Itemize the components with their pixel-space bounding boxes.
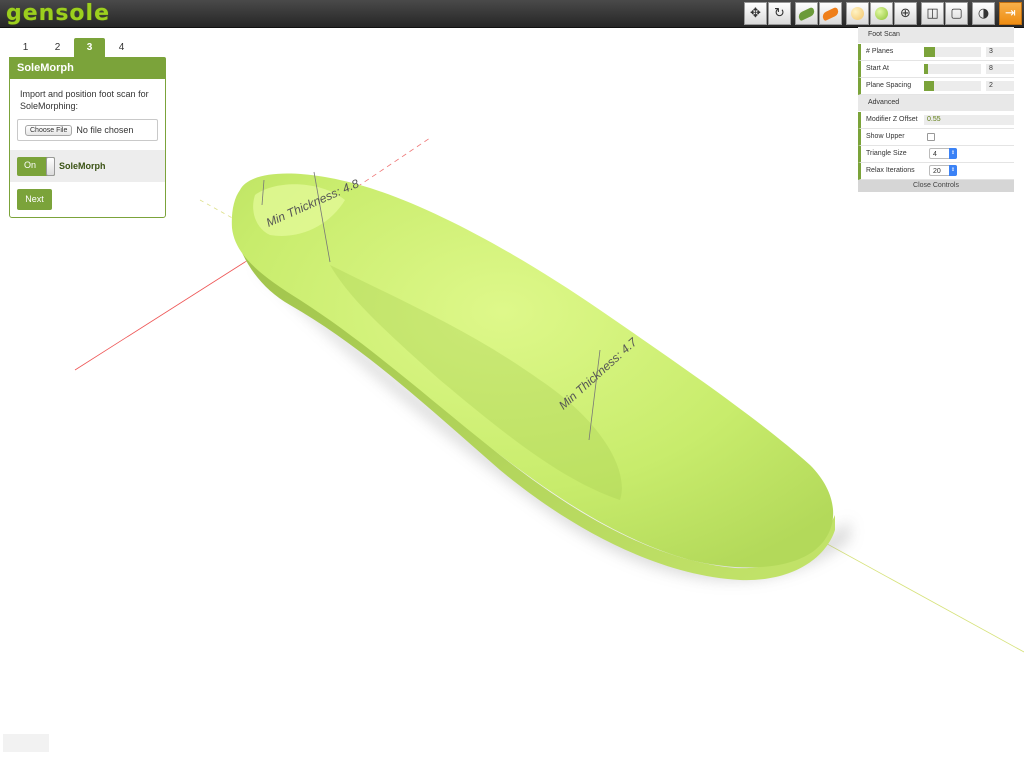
toggle-label: SoleMorph — [59, 161, 106, 171]
solemorph-panel: SoleMorph Import and position foot scan … — [9, 57, 166, 218]
step-tab-1[interactable]: 1 — [10, 38, 41, 57]
relax-row: Relax Iterations 20 ⇕ — [858, 163, 1014, 180]
insole-top — [231, 173, 834, 568]
step-tab-3[interactable]: 3 — [74, 38, 105, 57]
upper-row: Show Upper — [858, 129, 1014, 146]
step-tab-4[interactable]: 4 — [106, 38, 137, 57]
exit-button[interactable]: ⇥ — [999, 2, 1022, 25]
spacing-slider[interactable] — [924, 81, 981, 91]
toolbar: ✥ ↻ ⊕ ◫ ▢ ◑ ⇥ — [743, 2, 1022, 25]
file-input[interactable]: Choose File No file chosen — [17, 119, 158, 141]
close-controls-button[interactable]: Close Controls — [858, 180, 1014, 192]
y-axis-line-front — [819, 539, 1024, 653]
shading-button[interactable]: ◑ — [972, 2, 995, 25]
reset-view-icon: ↻ — [774, 6, 785, 21]
planes-slider-fill — [924, 47, 936, 57]
offset-label: Modifier Z Offset — [866, 116, 918, 123]
gensole-logo[interactable]: gensole — [6, 1, 110, 26]
yellow-material-button[interactable] — [846, 2, 869, 25]
controls-panel: Foot Scan # Planes 3 Start At 8 Plane Sp… — [858, 27, 1014, 195]
upper-label: Show Upper — [866, 133, 905, 140]
offset-row: Modifier Z Offset 0.55 — [858, 112, 1014, 129]
triangle-row: Triangle Size 4 ⇕ — [858, 146, 1014, 163]
start-row: Start At 8 — [858, 61, 1014, 78]
relax-label: Relax Iterations — [866, 167, 915, 174]
panel-description: Import and position foot scan for SoleMo… — [20, 89, 149, 111]
toggle-knob[interactable] — [46, 156, 55, 176]
stats-widget — [3, 734, 49, 752]
start-input[interactable]: 8 — [986, 64, 1014, 74]
show-upper-checkbox[interactable] — [927, 133, 935, 141]
foot-scan-section[interactable]: Foot Scan — [858, 27, 1014, 44]
panel-title: SoleMorph — [10, 58, 165, 79]
spacing-slider-fill — [924, 81, 935, 91]
green-shoe-button[interactable] — [795, 2, 818, 25]
start-label: Start At — [866, 65, 889, 72]
x-axis-line — [74, 261, 246, 371]
solemorph-toggle-row: On SoleMorph — [10, 150, 165, 182]
orange-shoe-icon — [821, 6, 840, 21]
box-wire-button[interactable]: ▢ — [945, 2, 968, 25]
chevron-updown-icon: ⇕ — [949, 148, 957, 159]
orange-shoe-button[interactable] — [819, 2, 842, 25]
start-slider-fill — [924, 64, 928, 74]
box-wire-icon: ▢ — [950, 6, 963, 21]
yellow-material-icon — [851, 7, 864, 20]
triangle-size-select[interactable]: 4 ⇕ — [929, 148, 957, 159]
exit-icon: ⇥ — [1005, 6, 1016, 21]
toggle-state-label: On — [24, 159, 37, 170]
green-material-icon — [875, 7, 888, 20]
reset-view-button[interactable]: ↻ — [768, 2, 791, 25]
spacing-row: Plane Spacing 2 — [858, 78, 1014, 95]
move-icon: ✥ — [750, 6, 761, 21]
top-bar: gensole ✥ ↻ ⊕ ◫ ▢ ◑ ⇥ — [0, 0, 1024, 28]
move-button[interactable]: ✥ — [744, 2, 767, 25]
planes-label: # Planes — [866, 48, 894, 55]
step-tabs: 1 2 3 4 — [10, 38, 138, 57]
chevron-updown-icon: ⇕ — [949, 165, 957, 176]
spacing-label: Plane Spacing — [866, 82, 912, 89]
planes-input[interactable]: 3 — [986, 47, 1014, 57]
solemorph-toggle[interactable]: On — [17, 156, 55, 176]
green-material-button[interactable] — [870, 2, 893, 25]
offset-input[interactable]: 0.55 — [924, 115, 1014, 125]
next-button[interactable]: Next — [17, 189, 52, 210]
relax-iterations-value: 20 — [933, 168, 941, 175]
planes-row: # Planes 3 — [858, 44, 1014, 61]
green-shoe-icon — [797, 6, 816, 21]
step-tab-2[interactable]: 2 — [42, 38, 73, 57]
box-solid-button[interactable]: ◫ — [921, 2, 944, 25]
triangle-size-value: 4 — [933, 151, 937, 158]
wireframe-globe-button[interactable]: ⊕ — [894, 2, 917, 25]
spacing-input[interactable]: 2 — [986, 81, 1014, 91]
planes-slider[interactable] — [924, 47, 981, 57]
shading-icon: ◑ — [977, 6, 990, 21]
triangle-label: Triangle Size — [866, 150, 907, 157]
file-status: No file chosen — [76, 125, 134, 135]
box-solid-icon: ◫ — [926, 6, 939, 21]
wireframe-globe-icon: ⊕ — [900, 6, 911, 21]
choose-file-button[interactable]: Choose File — [25, 124, 73, 136]
advanced-section[interactable]: Advanced — [858, 95, 1014, 112]
start-slider[interactable] — [924, 64, 981, 74]
relax-iterations-select[interactable]: 20 ⇕ — [929, 165, 957, 176]
